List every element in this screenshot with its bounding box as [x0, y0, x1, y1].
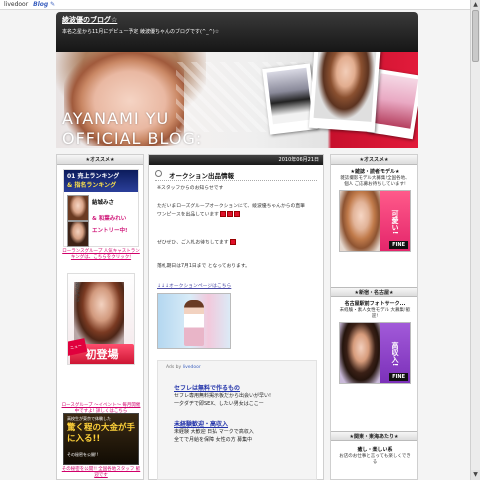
post-text-line: ワンピースを出品しています: [157, 211, 240, 219]
debut-vertical-name: 雅名みな: [74, 282, 80, 302]
scroll-up-arrow-icon[interactable]: ▲: [471, 0, 480, 10]
ranking-ad-caption-link[interactable]: ローランスグループ 人気キャストランキングは、こちらをクリック!: [61, 249, 141, 261]
pen-icon: ✎: [50, 1, 56, 8]
money-ad-bottom-text: その秘密を公開!!: [67, 452, 99, 457]
sponsored-ad-desc: 未経験 大歓迎 日払 マークで高収入: [174, 429, 254, 435]
model-ad-category: 癒し・楽しい系: [357, 447, 393, 453]
thumbnail-figure-graphic: [184, 300, 204, 346]
ranking-entry-text: エントリー中!: [92, 228, 128, 234]
model-ad-category: 名古屋駅前フォトサーク...: [344, 301, 406, 307]
post-text-line: ただいまローズグループオークションにて、綾波優ちゃんからの直筆: [157, 204, 305, 209]
sponsored-ad-item: セフレは無料で作るもの セフレ専用無料掲示板だから出会いが早い! 一夕ダヂで即S…: [174, 383, 271, 408]
right-sidebar-heading: ★新宿・名古屋★: [331, 287, 417, 297]
ranking-ad-line1: 01 売上ランキング: [67, 173, 120, 180]
blog-title-link[interactable]: 綾波優のブログ☆: [62, 15, 117, 25]
ranking-ad-line2: & 指名ランキング: [67, 182, 117, 189]
money-ad-small-text: 高校生が東京で体験した: [67, 416, 111, 421]
livedoor-blog-link[interactable]: Blog: [33, 1, 48, 8]
ranking-name-1: 結城みさ: [92, 200, 115, 206]
model-ad-banner[interactable]: 癒し・楽しい系 お店のお仕事と言っても楽しくできる: [339, 447, 411, 466]
sponsored-ad-headline-link[interactable]: 未経験歓迎・高収入: [174, 419, 254, 428]
scroll-down-arrow-icon[interactable]: ▼: [471, 470, 480, 480]
ads-by-prefix: Ads by: [166, 365, 183, 370]
sponsored-ad-desc: セフレ専用無料掲示板だから出会いが早い!: [174, 393, 272, 399]
ads-by-brand-link[interactable]: livedoor: [183, 365, 201, 370]
model-ad-portrait: [340, 191, 382, 251]
heart-emoji-icon: [229, 239, 236, 245]
polaroid-photo-portrait: [308, 52, 382, 133]
model-ad-banner[interactable]: 名古屋駅前フォトサーク... 未経験・素人女性モデル 大募集!歓迎! 高収入! …: [339, 301, 411, 384]
right-sidebar: ★オススメ★ ★雑誌・読者モデル★ 雑誌撮影モデル大募集!全国各地、個人 ご応募…: [330, 154, 418, 480]
model-ad-image: 可愛い! FINE: [339, 190, 411, 252]
post-text-line: 落札期日は7月1日まで となっております。: [157, 264, 250, 269]
page-scrollbar[interactable]: ▲ ▼: [470, 0, 480, 480]
ranking-ad-banner[interactable]: 01 売上ランキング & 指名ランキング 結城みさ & 和葉みれい エントリー中…: [63, 169, 139, 247]
blog-header: 綾波優のブログ☆ 本名之星から11月にデビュー予定 綾波優ちゃんのブログです(^…: [56, 12, 418, 52]
sponsored-ad-item: 未経験歓迎・高収入 未経験 大歓迎 日払 マークで高収入 全てで月給を保障 女性…: [174, 419, 254, 444]
livedoor-brand-link[interactable]: livedoor: [4, 1, 28, 8]
post-title-link[interactable]: オークション出品情報: [169, 170, 234, 180]
auction-page-link[interactable]: ↓↓↓オークションページはこちら: [157, 283, 231, 290]
ranking-portrait-1: [67, 195, 89, 221]
ranking-ad-header: 01 売上ランキング & 指名ランキング: [64, 170, 138, 192]
circle-bullet-icon: [155, 170, 162, 177]
blog-description: 本名之星から11月にデビュー予定 綾波優ちゃんのブログです(^_^)☆: [62, 29, 220, 35]
livedoor-toolbar: livedoor Blog ✎: [0, 0, 470, 10]
post-text-line-content: ワンピースを出品しています: [157, 212, 219, 218]
banner-official-blog-text: OFFICIAL BLOG:: [62, 129, 203, 148]
debut-ad-banner[interactable]: 雅名みな 初登場 ニュー: [67, 273, 135, 365]
model-ad-image: 高収入! FINE: [339, 322, 411, 384]
fine-logo: FINE: [389, 373, 408, 381]
heart-emoji-icon: [226, 211, 233, 217]
model-ad-subtext: お店のお仕事と言っても楽しくできる: [339, 454, 411, 465]
sponsored-ad-desc: 一夕ダヂで即SEX、したい男女はここー: [174, 401, 264, 407]
ranking-portrait-2: [67, 221, 89, 247]
post-title-row: オークション出品情報: [155, 167, 317, 181]
model-ad-banner[interactable]: ★雑誌・読者モデル★ 雑誌撮影モデル大募集!全国各地、個人 ご応募お待ちしていま…: [339, 169, 411, 252]
left-sidebar-heading: ★オススメ★: [57, 155, 143, 165]
post-date: 2010年06月21日: [149, 155, 323, 165]
money-ad-banner[interactable]: 高校生が東京で体験した 驚く程の大金が手に入る!! その秘密を公開!!: [63, 413, 139, 465]
money-ad-caption-link[interactable]: その秘密を公開!! 全国各地スタッフ 歓迎です: [61, 467, 141, 479]
sponsored-ad-desc: 全てで月給を保障 女性の方 募集中: [174, 437, 253, 443]
model-ad-subtext: 未経験・素人女性モデル 大募集!歓迎!: [339, 308, 411, 319]
model-ad-category: ★雑誌・読者モデル★: [350, 169, 400, 175]
sponsored-ads-frame: Ads by livedoor セフレは無料で作るもの セフレ専用無料掲示板だか…: [157, 360, 317, 480]
debut-portrait-graphic: [74, 282, 124, 346]
post-text-line-content: ぜひぜひ、ご入札お待ちしてます: [157, 240, 229, 246]
left-sidebar: ★オススメ★ 01 売上ランキング & 指名ランキング 結城みさ & 和葉みれい…: [56, 154, 144, 480]
model-ad-portrait: [340, 323, 382, 383]
sponsored-ad-headline-link[interactable]: セフレは無料で作るもの: [174, 383, 271, 392]
right-sidebar-heading: ★オススメ★: [331, 155, 417, 165]
post-text-line: ※スタッフからのお知らせです: [157, 186, 224, 191]
money-ad-headline: 驚く程の大金が手に入る!!: [67, 423, 136, 444]
header-banner-image: AYANAMI YU OFFICIAL BLOG:: [56, 52, 418, 148]
post-text-line: ぜひぜひ、ご入札お待ちしてます: [157, 239, 236, 247]
banner-name-text: AYANAMI YU: [62, 109, 170, 128]
main-content: 2010年06月21日 オークション出品情報 ※スタッフからのお知らせです ただ…: [148, 154, 324, 480]
heart-emoji-icon: [233, 211, 240, 217]
ranking-name-2: & 和葉みれい: [92, 216, 127, 222]
page-root: livedoor Blog ✎ ▲ ▼ 綾波優のブログ☆ 本名之星から11月にデ…: [0, 0, 480, 480]
model-ad-subtext: 雑誌撮影モデル大募集!全国各地、個人 ご応募お待ちしています!: [340, 176, 410, 187]
fine-logo: FINE: [389, 241, 408, 249]
scrollbar-thumb[interactable]: [472, 10, 479, 62]
ads-by-label: Ads by livedoor: [166, 365, 201, 370]
auction-thumbnail-image[interactable]: [157, 293, 231, 349]
right-sidebar-heading: ★関東・東海あたり★: [331, 431, 417, 441]
heart-emoji-icon: [219, 211, 226, 217]
